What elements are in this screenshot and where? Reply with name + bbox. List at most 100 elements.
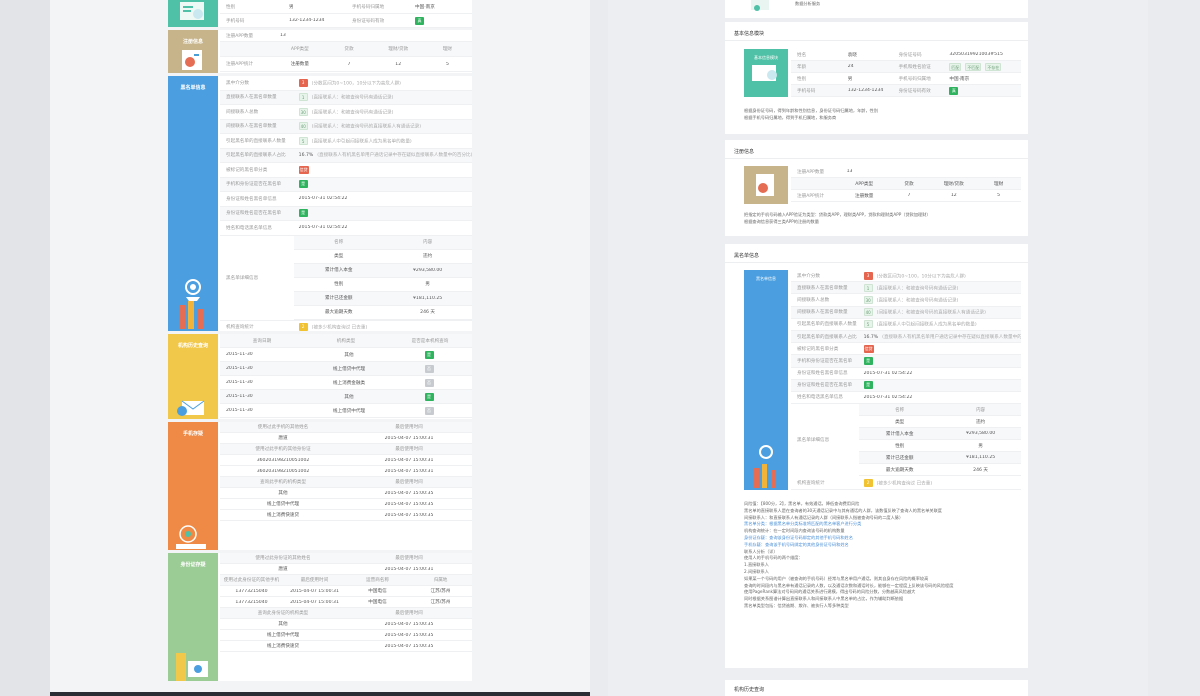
blacklist-row-label: 被标记的黑名单分类 [226,167,268,173]
right-detail-head-cell: 内容 [975,407,986,413]
phone-doubt-cell: 2015-04-07 15:00:31 [384,435,434,441]
phone-doubt-cell: 360203198210051002 [256,468,310,474]
phone-doubt-head: 使用过此手机的其他姓名 最后使用时间 [220,422,472,433]
phone-doubt-cell: 2015-04-07 15:00:35 [384,512,434,518]
trophy-illustration [180,279,204,329]
phone-doubt-head: 使用过此手机的其他身份证 最后使用时间 [220,444,472,455]
detail-cell: 累计已还金额 [324,296,353,301]
finance-count: 5 [445,61,449,67]
right-basic-row: 姓名 袁晓 身份证号码 32050319921003#515 [791,49,1021,61]
blacklist-explanation-line: 2.间接联系人 [744,568,769,574]
phone-doubt-head-cell: 使用过此手机的其他姓名 [257,425,309,430]
id-doubt-row: 唐道 2015-04-07 15:00:31 [220,564,472,575]
right-detail-cell: 累计已还金额 [885,455,914,461]
history-row: 2015-11-30 线上借贷中代理 否 [220,404,472,418]
blacklist-row-value: 40 (间接联系人：和被查询号码的直接联系人有通话记录) [293,122,472,131]
blacklist-row: 黑中介分数 3 (分数区间为0~100，10分以下为高危人群) [220,76,472,91]
id-doubt-cell: 2015-04-07 15:00:35 [384,621,434,627]
right-blacklist-badge: 40 [863,308,873,317]
right-basic-label2: 手机号码归属地 [898,76,931,82]
id-doubt-cell: 13773215040 [235,588,268,594]
blacklist-detail: 黑名单详细信息 名称 内容 类型 违约 累计借入本金 ¥293,580.00 性别 男累计已还金… [220,235,472,321]
right-register-cell: 注册APP统计 [797,193,825,199]
right-detail-cell: 性别 [895,443,905,449]
history-own-badge: 否 [424,378,434,387]
right-blacklist-row: 引起黑名单的直接联系人占比 16.7% (直接联系人有机黑名单用户通话记录中存在疑似… [791,330,1021,344]
blacklist-explanation-line: 同时根据关系图谱计算出直接联系人和间接联系人中黑名单的占比，作为辅助判断依据 [744,596,904,602]
right-register-note2: 根据查询信息获得三类APP的注册的数量 [744,219,819,224]
blacklist-row-label: 手机和身份证是否在黑名单 [226,182,282,188]
right-register-cell: 5 [997,193,1001,198]
detail-cell: 男 [425,282,430,287]
phone-doubt-head-cell: 使用过此手机的其他身份证 [255,447,311,452]
id-doubt-row: 线上借贷中代理 2015-04-07 15:00:35 [220,630,472,641]
right-basic-title: 基本信息模块 [734,31,765,37]
history-own-badge: 是 [424,350,434,359]
right-basic-row: 年龄 24 手机和姓名验证 匹配 不匹配 不存在 [791,61,1021,73]
blacklist-explanation-line: 1.直接联系人 [744,562,769,568]
right-blacklist-value: 2015-07-31 02:54:22 [858,371,1021,376]
id-doubt-head-cell: 最后使用时间 [300,578,329,583]
detail-cell: ¥181,110.25 [412,295,443,301]
right-detail-label: 黑名单详细信息 [797,438,830,444]
right-detail-row: 累计借入本金 ¥293,580.00 [859,428,1021,441]
building-illustration [176,653,208,681]
right-detail-cell: 类型 [895,419,905,425]
id-doubt-row: 线上消费快速贷 2015-04-07 15:00:35 [220,641,472,652]
right-detail-cell: 累计借入本金 [885,431,914,437]
blacklist-explanation-line: 风险值：【800分，2】，黑名单，有效通话，降低查询费用风险 [744,501,860,506]
mail-illustration [177,400,205,416]
history-date: 2015-11-30 [226,380,253,385]
history-type: 线上借贷中代理 [332,366,366,372]
id-doubt-sidebar: 身份证存疑 [168,553,218,681]
phone-doubt-cell: 线上消费快速贷 [266,513,300,518]
history-type: 其他 [344,394,354,400]
phone-doubt-cell: 2015-04-07 15:00:35 [384,490,434,496]
blacklist-row-label: 姓名和电话黑名单信息 [226,225,272,231]
right-blacklist-label: 身份证和姓名黑名单信息 [797,371,848,377]
right-blacklist-side-title: 黑名单信息 [756,276,776,281]
right-blacklist-label: 间接联系人总数 [797,297,830,303]
id-doubt-head: 查询此身份证的机构类型 最后使用时间 [220,608,472,619]
right-detail-head-cell: 名称 [895,407,905,413]
phone-doubt-title: 手机存疑 [182,431,203,437]
phone-location-value: 中国·南京 [415,4,435,10]
right-detail-cell: 违约 [975,419,986,425]
right-blacklist-label: 直接联系人在黑名单数量 [797,285,848,291]
right-register-row: 注册APP数量 13 [791,166,1021,178]
register-block: 注册信息 注册APP数量 13 APP类型 贷款 理财/贷款 理财 注册APP统计 注册数… [168,30,472,73]
blacklist-explanation-line: 机构查询统计：在一定时间段内查询该号码的机构数量 [744,528,845,534]
right-blacklist-value: 5 (直接联系人中引起间接联系人成为黑名单的数量) [858,320,1021,329]
right-basic-value: 24 [847,64,854,69]
id-doubt-cell: 江苏/苏州 [430,600,451,605]
right-basic-label: 年龄 [797,64,807,70]
history-row: 2015-11-30 线上借贷中代理 否 [220,362,472,376]
history-row: 2015-11-30 其他 是 [220,390,472,404]
id-doubt-cell: 其他 [278,622,288,627]
right-blacklist-value: 信贷 [858,344,1021,353]
right-blacklist-row: 身份证和姓名是否在黑名单 是 [791,379,1021,392]
id-valid-badge: 真 [949,86,959,95]
history-own: 否 [390,406,472,415]
blacklist-row: 被标记的黑名单分类 信贷 [220,163,472,178]
detail-cell: 最大逾期天数 [324,310,353,315]
detail-head: 名称 内容 [294,235,472,250]
blacklist-row-value: 2015-07-31 02:54:22 [293,225,472,230]
gender-value: 男 [289,4,294,10]
document-illustration [182,50,202,70]
right-detail-cell: ¥293,580.00 [965,431,996,437]
right-blacklist-label: 被标记的黑名单分类 [797,346,839,352]
blacklist-row-label: 身份证和姓名黑名单信息 [226,196,277,202]
blacklist-value-text: 2015-07-31 02:54:22 [298,225,348,231]
right-blacklist-label: 引起黑名单的直接联系人占比 [797,334,857,340]
right-blacklist-label: 间接联系人在黑名单数量 [797,310,848,316]
blacklist-row: 间接联系人总数 30 (直接联系人：和被查询号码有通话记录) [220,105,472,120]
blacklist-explanation-line: 身份证存疑：查询该身份证号码绑定的其他手机号码和姓名 [744,534,853,540]
right-detail-row: 类型 违约 [859,416,1021,429]
blacklist-row: 身份证和姓名是否在黑名单 是 [220,206,472,221]
right-blacklist-note: (直接联系人有机黑名单用户通话记录中存在疑似直接联系人数量中的百分比) [882,334,1021,340]
blacklist-row-value: 是 [293,209,472,218]
right-blacklist-row: 手机和身份证是否在黑名单 是 [791,355,1021,368]
match-badge: 不存在 [985,62,1002,71]
blacklist-row-value: 3 (分数区间为0~100，10分以下为高危人群) [293,78,472,87]
